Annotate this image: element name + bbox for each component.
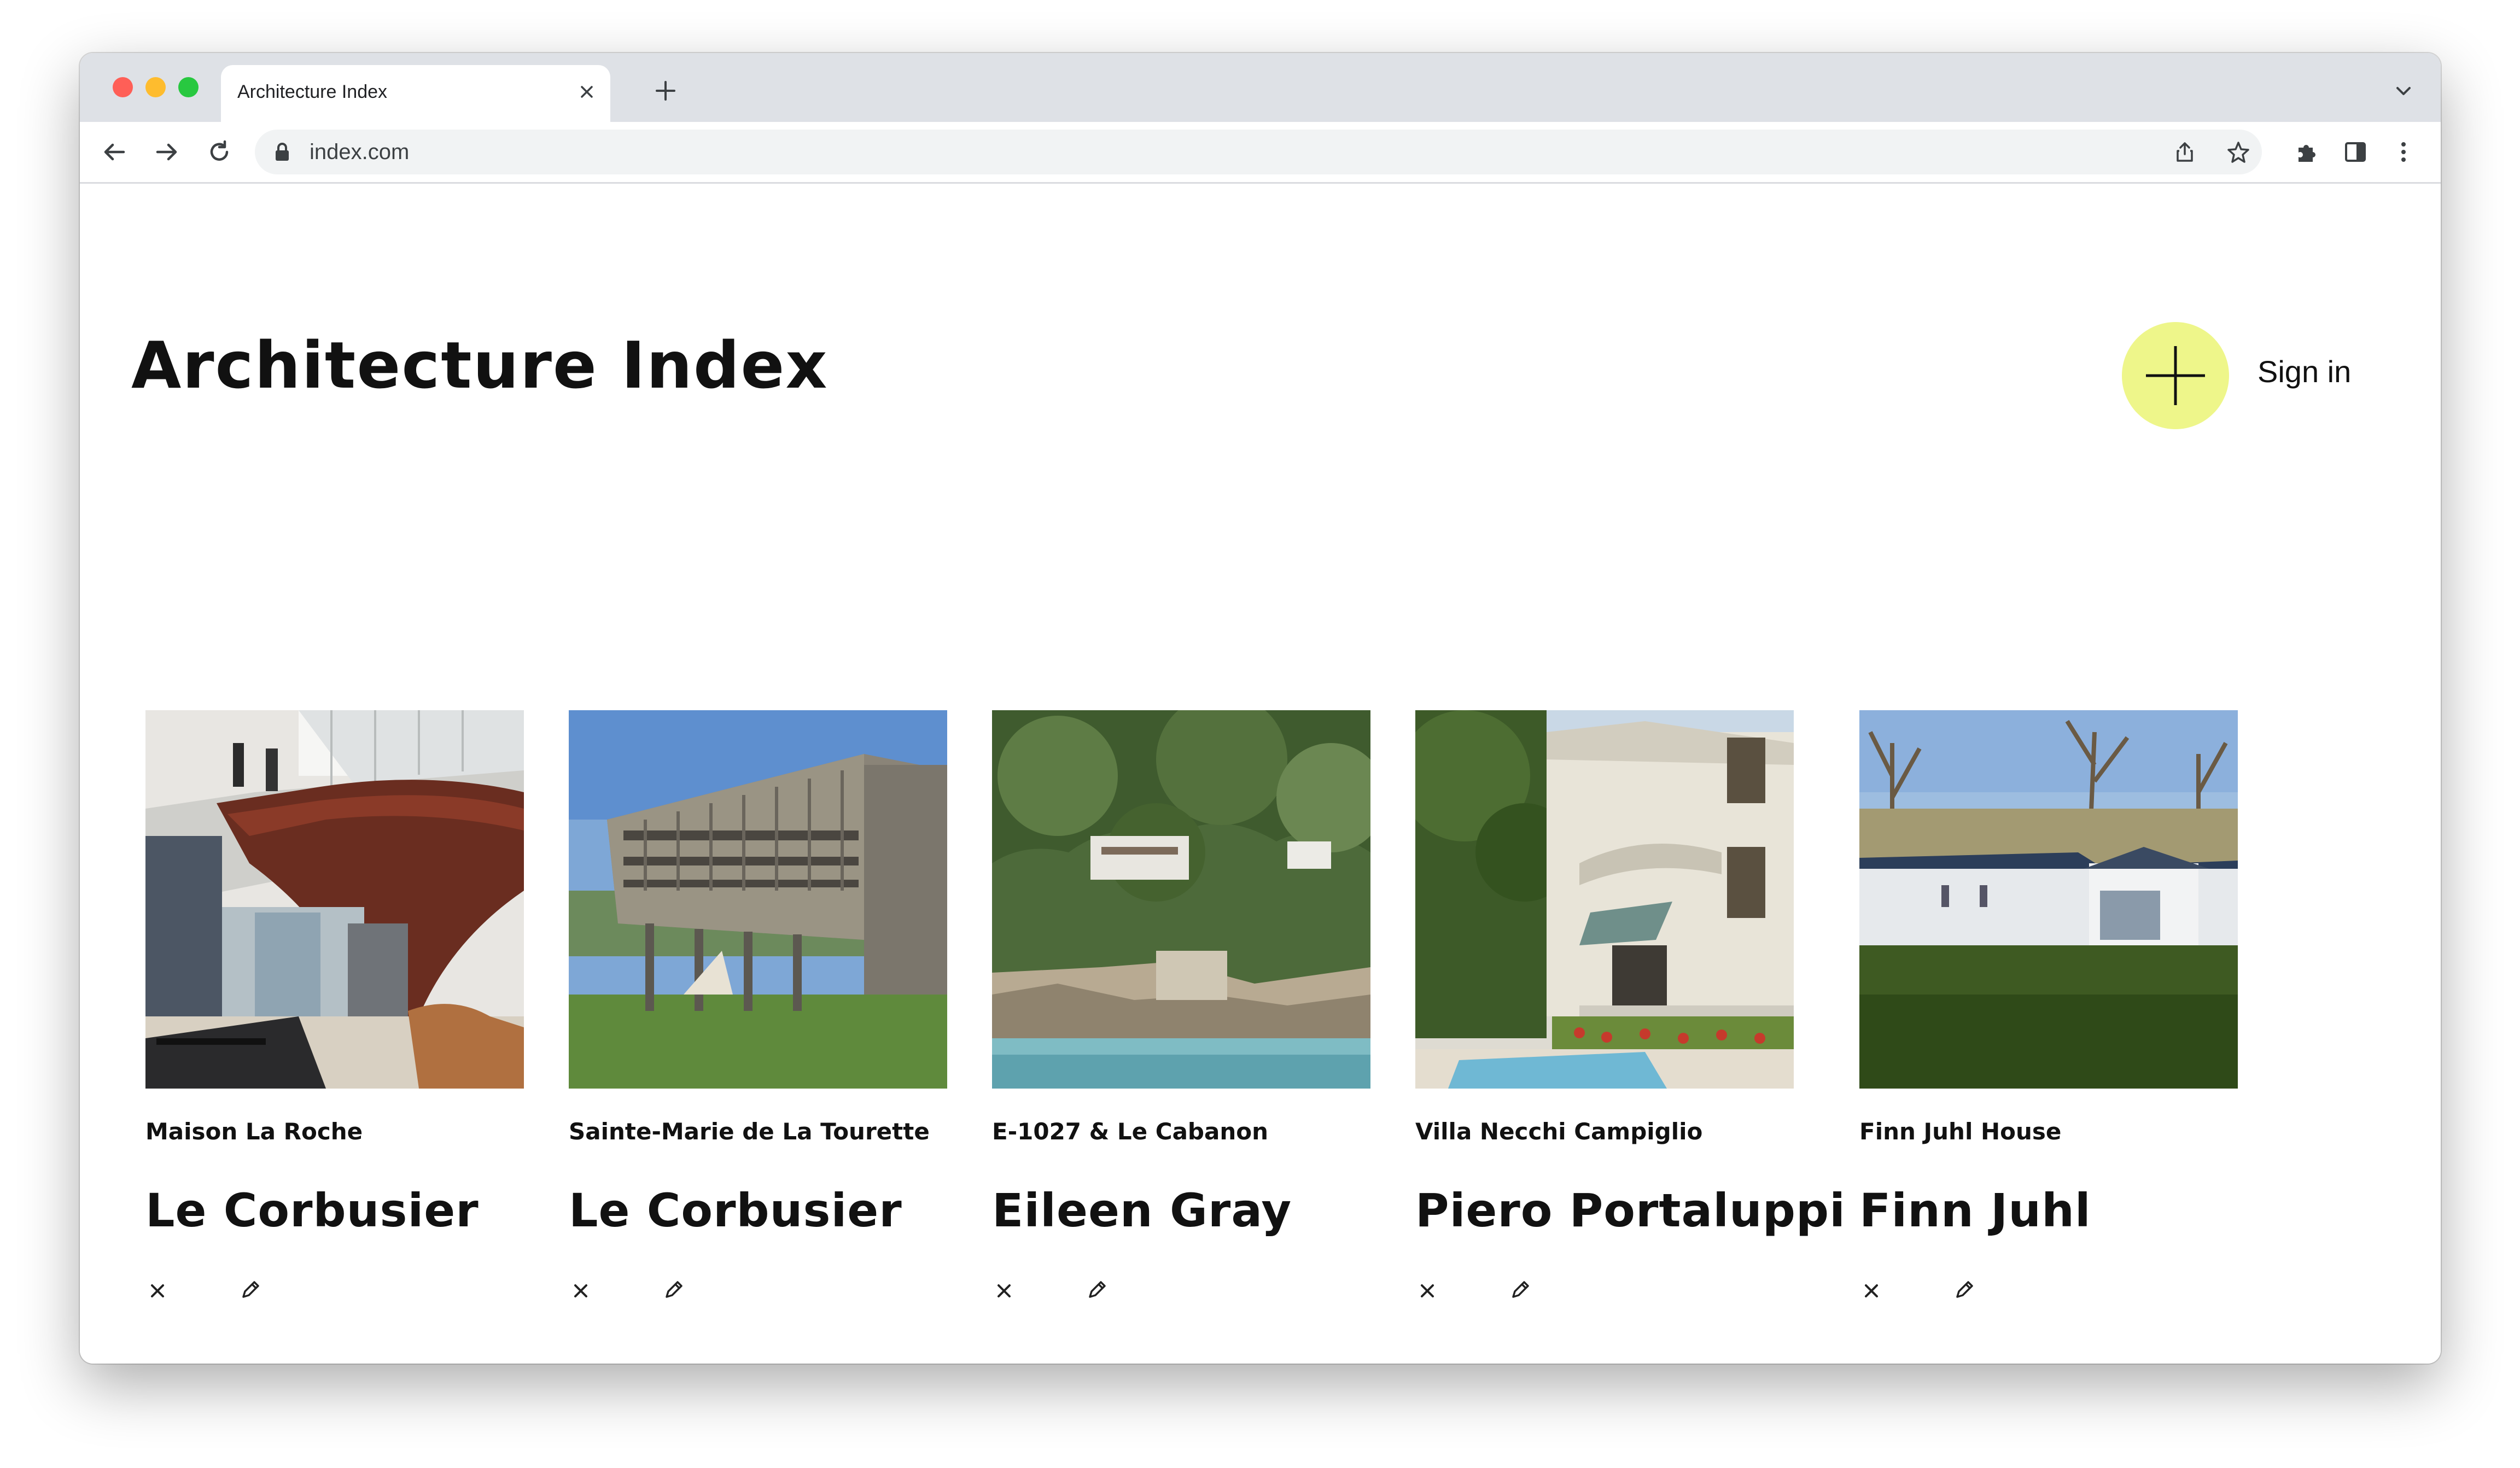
edit-button[interactable]	[1951, 1277, 1978, 1303]
edit-button[interactable]	[237, 1277, 264, 1303]
delete-button[interactable]	[992, 1279, 1016, 1303]
page-content: Architecture Index Sign in Maison La Roc…	[80, 198, 2441, 1364]
plus-icon	[2146, 346, 2205, 405]
building-photo[interactable]	[569, 710, 947, 1089]
building-photo[interactable]	[992, 710, 1370, 1089]
more-vertical-icon	[2401, 142, 2406, 162]
tab-active[interactable]: Architecture Index	[221, 65, 610, 122]
bookmark-button[interactable]	[2222, 136, 2254, 168]
toolbar: index.com	[80, 122, 2441, 184]
architect-name: Le Corbusier	[569, 1184, 902, 1237]
building-name: Sainte-Marie de La Tourette	[569, 1118, 930, 1145]
tab-search-button[interactable]	[2388, 76, 2419, 107]
reload-button[interactable]	[201, 134, 237, 170]
browser-window: Architecture Index index.com Architectur…	[80, 53, 2441, 1364]
building-photo[interactable]	[1415, 710, 1794, 1089]
pencil-icon	[666, 1281, 682, 1298]
arrow-left-icon	[104, 143, 125, 161]
back-button[interactable]	[96, 134, 132, 170]
minimize-window-button[interactable]	[145, 77, 166, 97]
close-icon	[998, 1284, 1011, 1297]
pencil-icon	[1512, 1281, 1529, 1298]
close-icon	[581, 86, 593, 98]
edit-button[interactable]	[1084, 1277, 1110, 1303]
close-icon	[1421, 1284, 1434, 1297]
building-photo[interactable]	[145, 710, 524, 1089]
architect-name: Piero Portaluppi	[1415, 1184, 1846, 1237]
url-text: index.com	[310, 140, 410, 164]
arrow-right-icon	[156, 143, 177, 161]
forward-button[interactable]	[149, 134, 185, 170]
tab-strip: Architecture Index	[80, 53, 2441, 122]
chevron-down-icon	[2396, 87, 2411, 95]
tab-title: Architecture Index	[237, 81, 388, 102]
building-name: Maison La Roche	[145, 1118, 363, 1145]
building-name: Finn Juhl House	[1859, 1118, 2062, 1145]
delete-button[interactable]	[1415, 1279, 1439, 1303]
reload-icon	[210, 140, 229, 161]
close-icon	[1865, 1284, 1878, 1297]
pencil-icon	[1956, 1281, 1973, 1298]
close-icon	[151, 1284, 164, 1297]
puzzle-icon	[2299, 145, 2315, 162]
share-button[interactable]	[2169, 136, 2201, 168]
share-icon	[2177, 142, 2193, 162]
side-panel-button[interactable]	[2337, 134, 2373, 170]
edit-button[interactable]	[1507, 1277, 1533, 1303]
building-photo[interactable]	[1859, 710, 2238, 1089]
star-icon	[2227, 142, 2249, 163]
new-tab-button[interactable]	[649, 74, 682, 108]
lock-icon	[276, 143, 289, 161]
tab-close-button[interactable]	[573, 78, 600, 106]
delete-button[interactable]	[145, 1279, 170, 1303]
building-name: E-1027 & Le Cabanon	[992, 1118, 1268, 1145]
pencil-icon	[242, 1281, 259, 1298]
architect-name: Eileen Gray	[992, 1184, 1292, 1237]
maximize-window-button[interactable]	[178, 77, 199, 97]
delete-button[interactable]	[569, 1279, 593, 1303]
side-panel-icon	[2345, 142, 2366, 162]
close-icon	[574, 1284, 587, 1297]
close-window-button[interactable]	[113, 77, 133, 97]
sign-in-link[interactable]: Sign in	[2258, 354, 2351, 389]
architect-name: Le Corbusier	[145, 1184, 479, 1237]
pencil-icon	[1089, 1281, 1106, 1298]
plus-icon	[656, 81, 675, 101]
menu-button[interactable]	[2385, 134, 2422, 170]
architect-name: Finn Juhl	[1859, 1184, 2091, 1237]
building-name: Villa Necchi Campiglio	[1415, 1118, 1703, 1145]
page-title: Architecture Index	[131, 327, 829, 403]
edit-button[interactable]	[661, 1277, 687, 1303]
delete-button[interactable]	[1859, 1279, 1883, 1303]
add-entry-button[interactable]	[2122, 322, 2229, 429]
extensions-button[interactable]	[2289, 134, 2325, 170]
address-bar[interactable]: index.com	[255, 130, 2262, 174]
